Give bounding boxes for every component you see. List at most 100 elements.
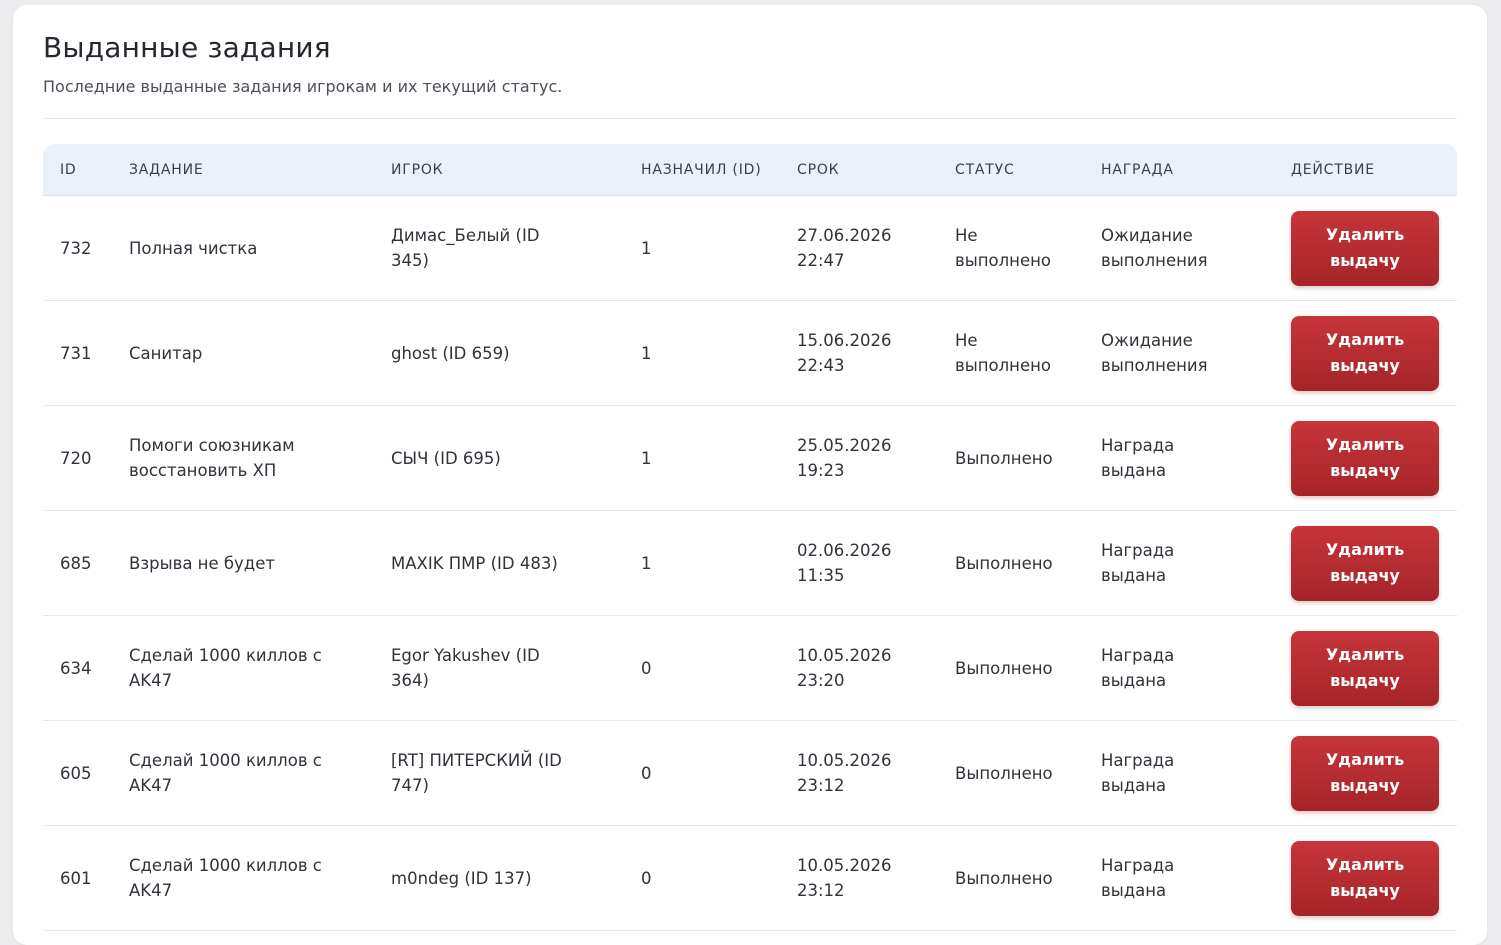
- divider: [43, 118, 1457, 119]
- cell-reward: Ожидание выполнения: [1101, 196, 1291, 301]
- cell-action: Удалить выдачу: [1291, 406, 1457, 511]
- cell-action: Удалить выдачу: [1291, 826, 1457, 931]
- cell-action: Удалить выдачу: [1291, 301, 1457, 406]
- page-title: Выданные задания: [43, 31, 331, 64]
- cell-assigned-by: 1: [641, 511, 797, 616]
- cell-due: 10.05.2026 23:12: [797, 721, 955, 826]
- delete-issue-button[interactable]: Удалить выдачу: [1291, 840, 1439, 916]
- cell-action: Удалить выдачу: [1291, 616, 1457, 721]
- delete-issue-button[interactable]: Удалить выдачу: [1291, 315, 1439, 391]
- reward-text: Награда выдана: [1101, 856, 1175, 900]
- delete-issue-button[interactable]: Удалить выдачу: [1291, 210, 1439, 286]
- cell-task: Санитар: [129, 301, 391, 406]
- column-header-action: ДЕЙСТВИЕ: [1291, 144, 1457, 196]
- cell-status: Выполнено: [955, 406, 1101, 511]
- player-name: [RT] ПИТЕРСКИЙ (ID 747): [391, 751, 562, 795]
- column-header-assigned-by: НАЗНАЧИЛ (ID): [641, 144, 797, 196]
- table-body: 732 Полная чистка Димас_Белый (ID 345) 1…: [43, 196, 1457, 931]
- page-subtitle: Последние выданные задания игрокам и их …: [43, 77, 563, 96]
- cell-due: 15.06.2026 22:43: [797, 301, 955, 406]
- cell-due: 25.05.2026 19:23: [797, 406, 955, 511]
- cell-reward: Награда выдана: [1101, 511, 1291, 616]
- cell-action: Удалить выдачу: [1291, 721, 1457, 826]
- cell-id: 601: [43, 826, 129, 931]
- cell-reward: Награда выдана: [1101, 406, 1291, 511]
- column-header-status: СТАТУС: [955, 144, 1101, 196]
- status-text: Выполнено: [955, 868, 1053, 888]
- cell-id: 634: [43, 616, 129, 721]
- task-name: Сделай 1000 киллов с AK47: [129, 646, 322, 690]
- due-date: 15.06.2026 22:43: [797, 331, 892, 375]
- cell-status: Не выполнено: [955, 196, 1101, 301]
- table-row: 731 Санитар ghost (ID 659) 1 15.06.2026 …: [43, 301, 1457, 406]
- delete-issue-button[interactable]: Удалить выдачу: [1291, 525, 1439, 601]
- cell-assigned-by: 1: [641, 406, 797, 511]
- cell-reward: Ожидание выполнения: [1101, 301, 1291, 406]
- cell-id: 732: [43, 196, 129, 301]
- cell-assigned-by: 0: [641, 616, 797, 721]
- cell-status: Выполнено: [955, 616, 1101, 721]
- due-date: 25.05.2026 19:23: [797, 436, 892, 480]
- reward-text: Ожидание выполнения: [1101, 331, 1208, 375]
- reward-text: Награда выдана: [1101, 646, 1175, 690]
- task-name: Сделай 1000 киллов с AK47: [129, 751, 322, 795]
- cell-player: СЫЧ (ID 695): [391, 406, 641, 511]
- cell-task: Сделай 1000 киллов с AK47: [129, 721, 391, 826]
- status-text: Выполнено: [955, 658, 1053, 678]
- table-row: 720 Помоги союзникам восстановить ХП СЫЧ…: [43, 406, 1457, 511]
- tasks-table-container: ID ЗАДАНИЕ ИГРОК НАЗНАЧИЛ (ID) СРОК СТАТ…: [43, 144, 1457, 931]
- due-date: 27.06.2026 22:47: [797, 226, 892, 270]
- status-text: Не выполнено: [955, 331, 1052, 375]
- cell-task: Сделай 1000 киллов с AK47: [129, 826, 391, 931]
- cell-task: Взрыва не будет: [129, 511, 391, 616]
- cell-due: 02.06.2026 11:35: [797, 511, 955, 616]
- delete-issue-button[interactable]: Удалить выдачу: [1291, 420, 1439, 496]
- cell-task: Помоги союзникам восстановить ХП: [129, 406, 391, 511]
- due-date: 10.05.2026 23:20: [797, 646, 892, 690]
- player-name: m0ndeg (ID 137): [391, 868, 532, 888]
- cell-assigned-by: 1: [641, 196, 797, 301]
- task-name: Полная чистка: [129, 238, 258, 258]
- status-text: Выполнено: [955, 763, 1053, 783]
- delete-issue-button[interactable]: Удалить выдачу: [1291, 735, 1439, 811]
- cell-task: Полная чистка: [129, 196, 391, 301]
- table-row: 601 Сделай 1000 киллов с AK47 m0ndeg (ID…: [43, 826, 1457, 931]
- reward-text: Ожидание выполнения: [1101, 226, 1208, 270]
- table-header: ID ЗАДАНИЕ ИГРОК НАЗНАЧИЛ (ID) СРОК СТАТ…: [43, 144, 1457, 196]
- cell-id: 731: [43, 301, 129, 406]
- cell-reward: Награда выдана: [1101, 721, 1291, 826]
- cell-reward: Награда выдана: [1101, 826, 1291, 931]
- cell-action: Удалить выдачу: [1291, 196, 1457, 301]
- cell-due: 10.05.2026 23:20: [797, 616, 955, 721]
- status-text: Выполнено: [955, 553, 1053, 573]
- player-name: ghost (ID 659): [391, 343, 510, 363]
- due-date: 10.05.2026 23:12: [797, 751, 892, 795]
- cell-status: Выполнено: [955, 826, 1101, 931]
- task-name: Санитар: [129, 343, 203, 363]
- cell-player: MAXIK ПМР (ID 483): [391, 511, 641, 616]
- task-name: Помоги союзникам восстановить ХП: [129, 436, 295, 480]
- status-text: Не выполнено: [955, 226, 1052, 270]
- cell-due: 10.05.2026 23:12: [797, 826, 955, 931]
- player-name: СЫЧ (ID 695): [391, 448, 501, 468]
- cell-player: ghost (ID 659): [391, 301, 641, 406]
- column-header-id: ID: [43, 144, 129, 196]
- cell-id: 605: [43, 721, 129, 826]
- player-name: Egor Yakushev (ID 364): [391, 646, 540, 690]
- cell-status: Выполнено: [955, 721, 1101, 826]
- column-header-task: ЗАДАНИЕ: [129, 144, 391, 196]
- cell-status: Выполнено: [955, 511, 1101, 616]
- cell-assigned-by: 0: [641, 826, 797, 931]
- column-header-reward: НАГРАДА: [1101, 144, 1291, 196]
- cell-id: 720: [43, 406, 129, 511]
- cell-due: 27.06.2026 22:47: [797, 196, 955, 301]
- player-name: MAXIK ПМР (ID 483): [391, 553, 558, 573]
- status-text: Выполнено: [955, 448, 1053, 468]
- cell-player: m0ndeg (ID 137): [391, 826, 641, 931]
- due-date: 02.06.2026 11:35: [797, 541, 892, 585]
- reward-text: Награда выдана: [1101, 436, 1175, 480]
- delete-issue-button[interactable]: Удалить выдачу: [1291, 630, 1439, 706]
- cell-player: [RT] ПИТЕРСКИЙ (ID 747): [391, 721, 641, 826]
- cell-player: Димас_Белый (ID 345): [391, 196, 641, 301]
- table-row: 685 Взрыва не будет MAXIK ПМР (ID 483) 1…: [43, 511, 1457, 616]
